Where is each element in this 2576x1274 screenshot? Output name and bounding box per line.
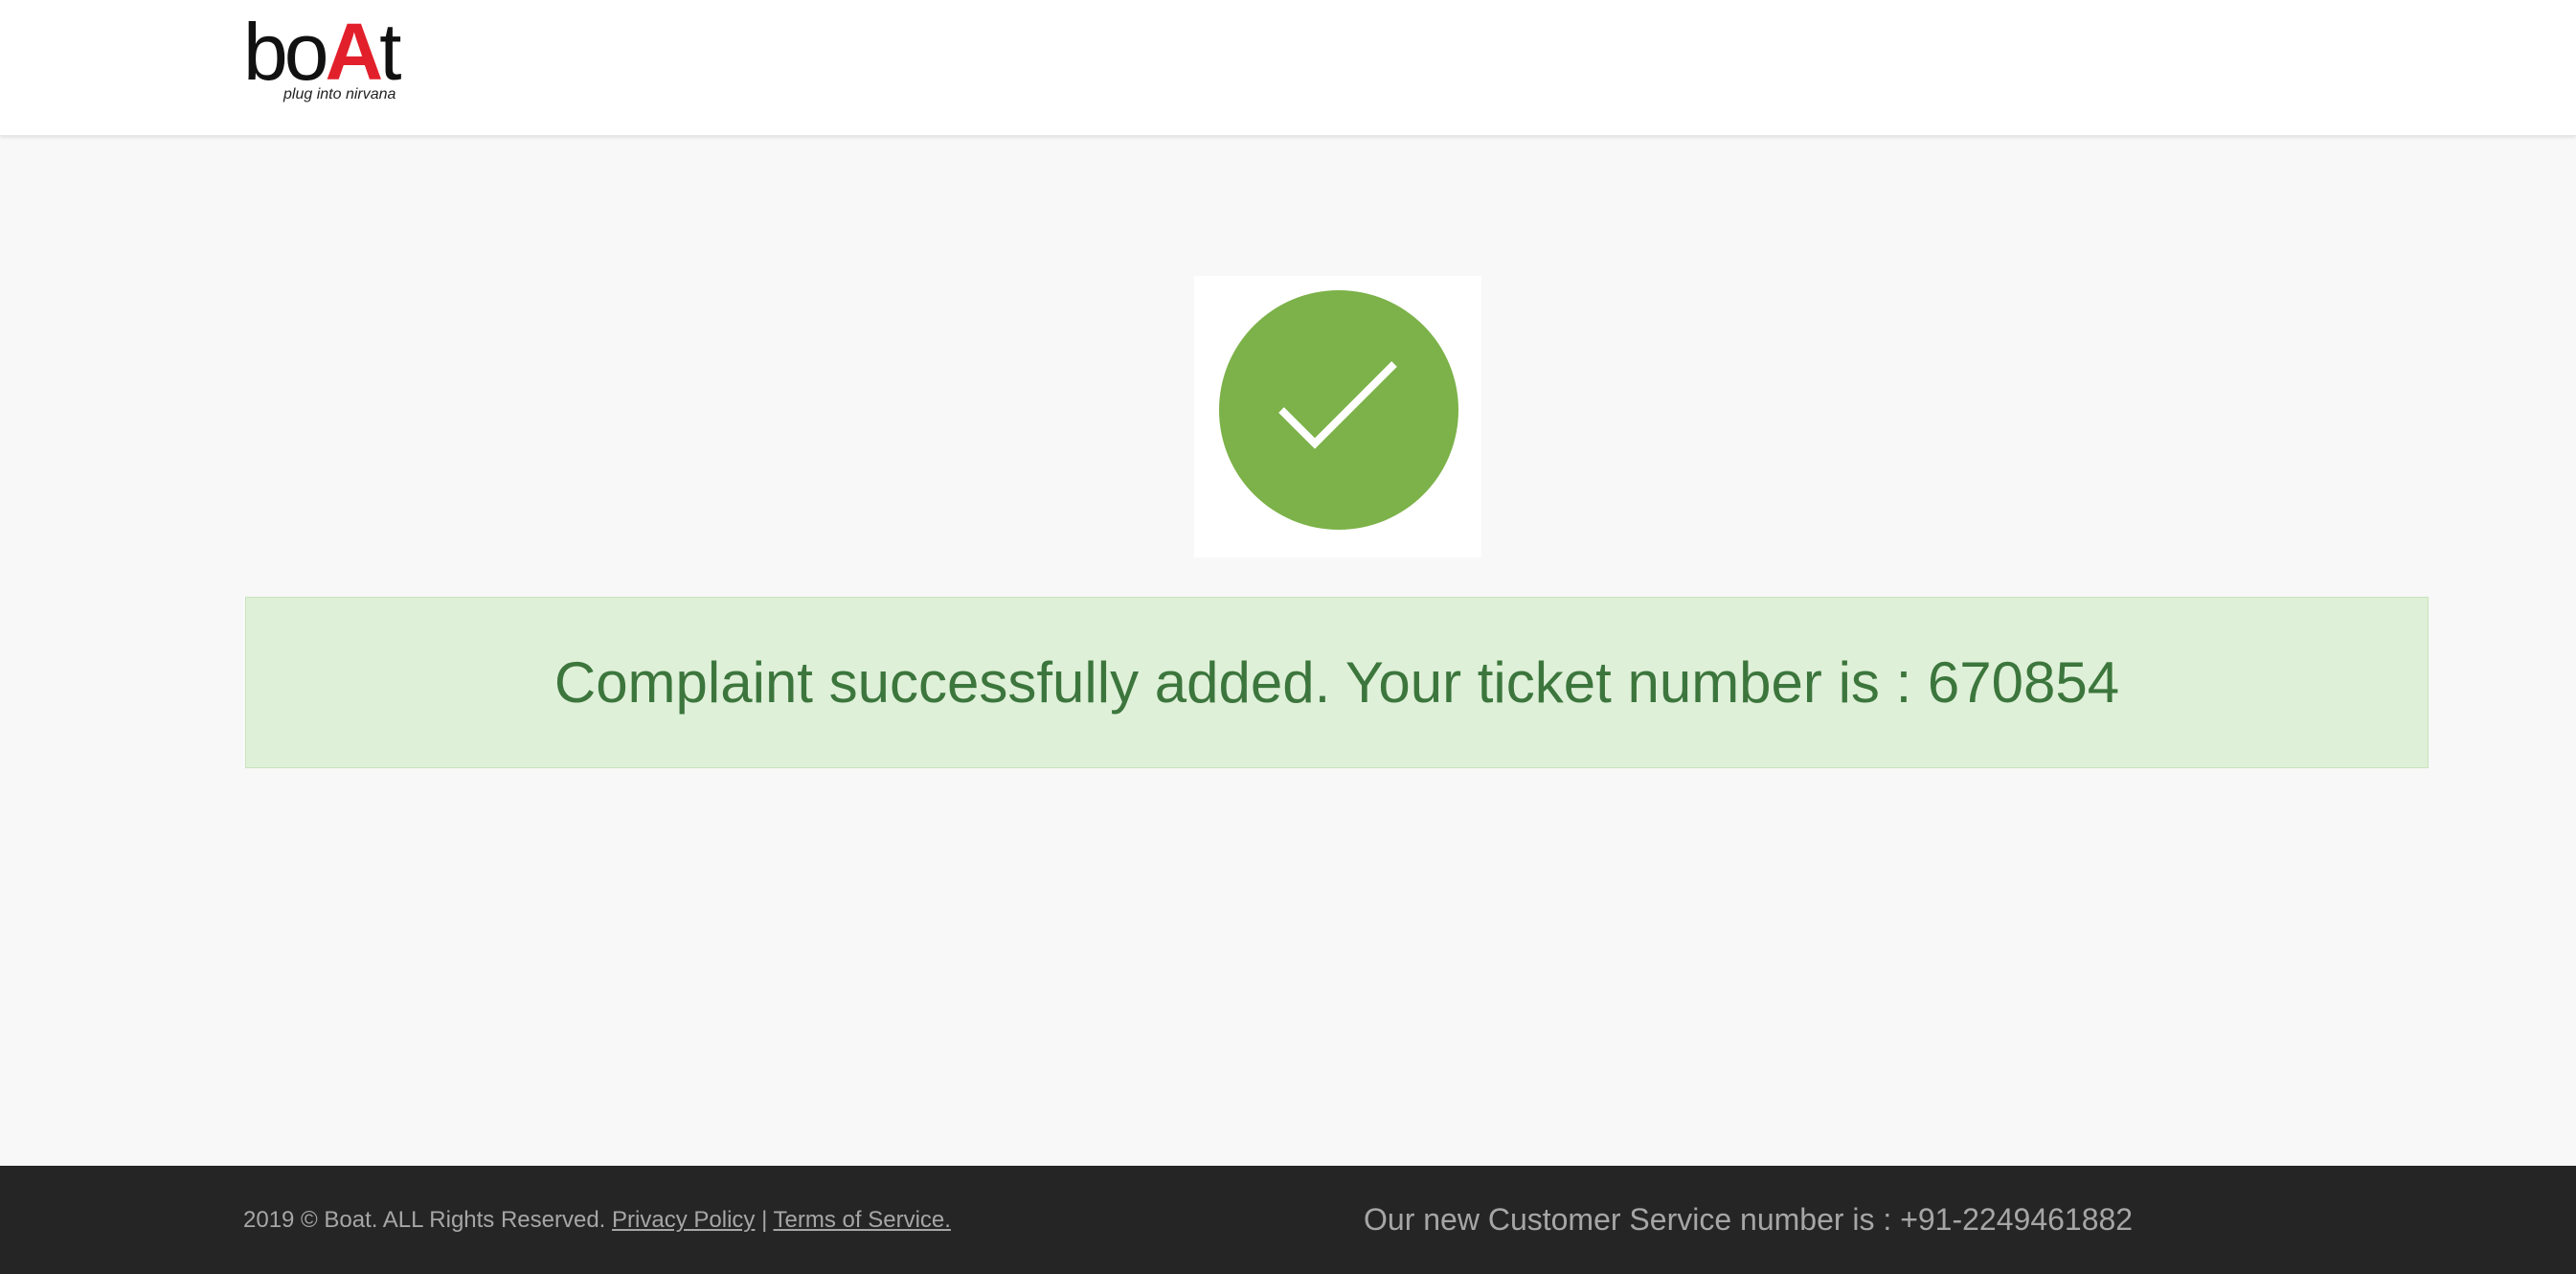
customer-service-number: Our new Customer Service number is : +91… <box>1364 1202 2134 1237</box>
privacy-policy-link[interactable]: Privacy Policy <box>612 1207 755 1233</box>
footer-separator: | <box>761 1207 768 1233</box>
boat-logo[interactable]: boAt plug into nirvana <box>243 7 406 102</box>
success-alert: Complaint successfully added. Your ticke… <box>245 597 2429 768</box>
logo-wordmark: boAt <box>243 7 402 97</box>
copyright-text: 2019 © Boat. ALL Rights Reserved. <box>243 1207 606 1233</box>
footer-copyright-line: 2019 © Boat. ALL Rights Reserved. Privac… <box>243 1166 951 1274</box>
site-header: boAt plug into nirvana <box>0 0 2576 136</box>
success-icon-card <box>1194 276 1481 557</box>
site-footer: 2019 © Boat. ALL Rights Reserved. Privac… <box>0 1166 2576 1274</box>
checkmark-circle-icon <box>1219 290 1458 530</box>
logo-tagline: plug into nirvana <box>283 86 396 102</box>
success-message: Complaint successfully added. Your ticke… <box>554 650 2120 715</box>
terms-of-service-link[interactable]: Terms of Service. <box>774 1207 951 1233</box>
